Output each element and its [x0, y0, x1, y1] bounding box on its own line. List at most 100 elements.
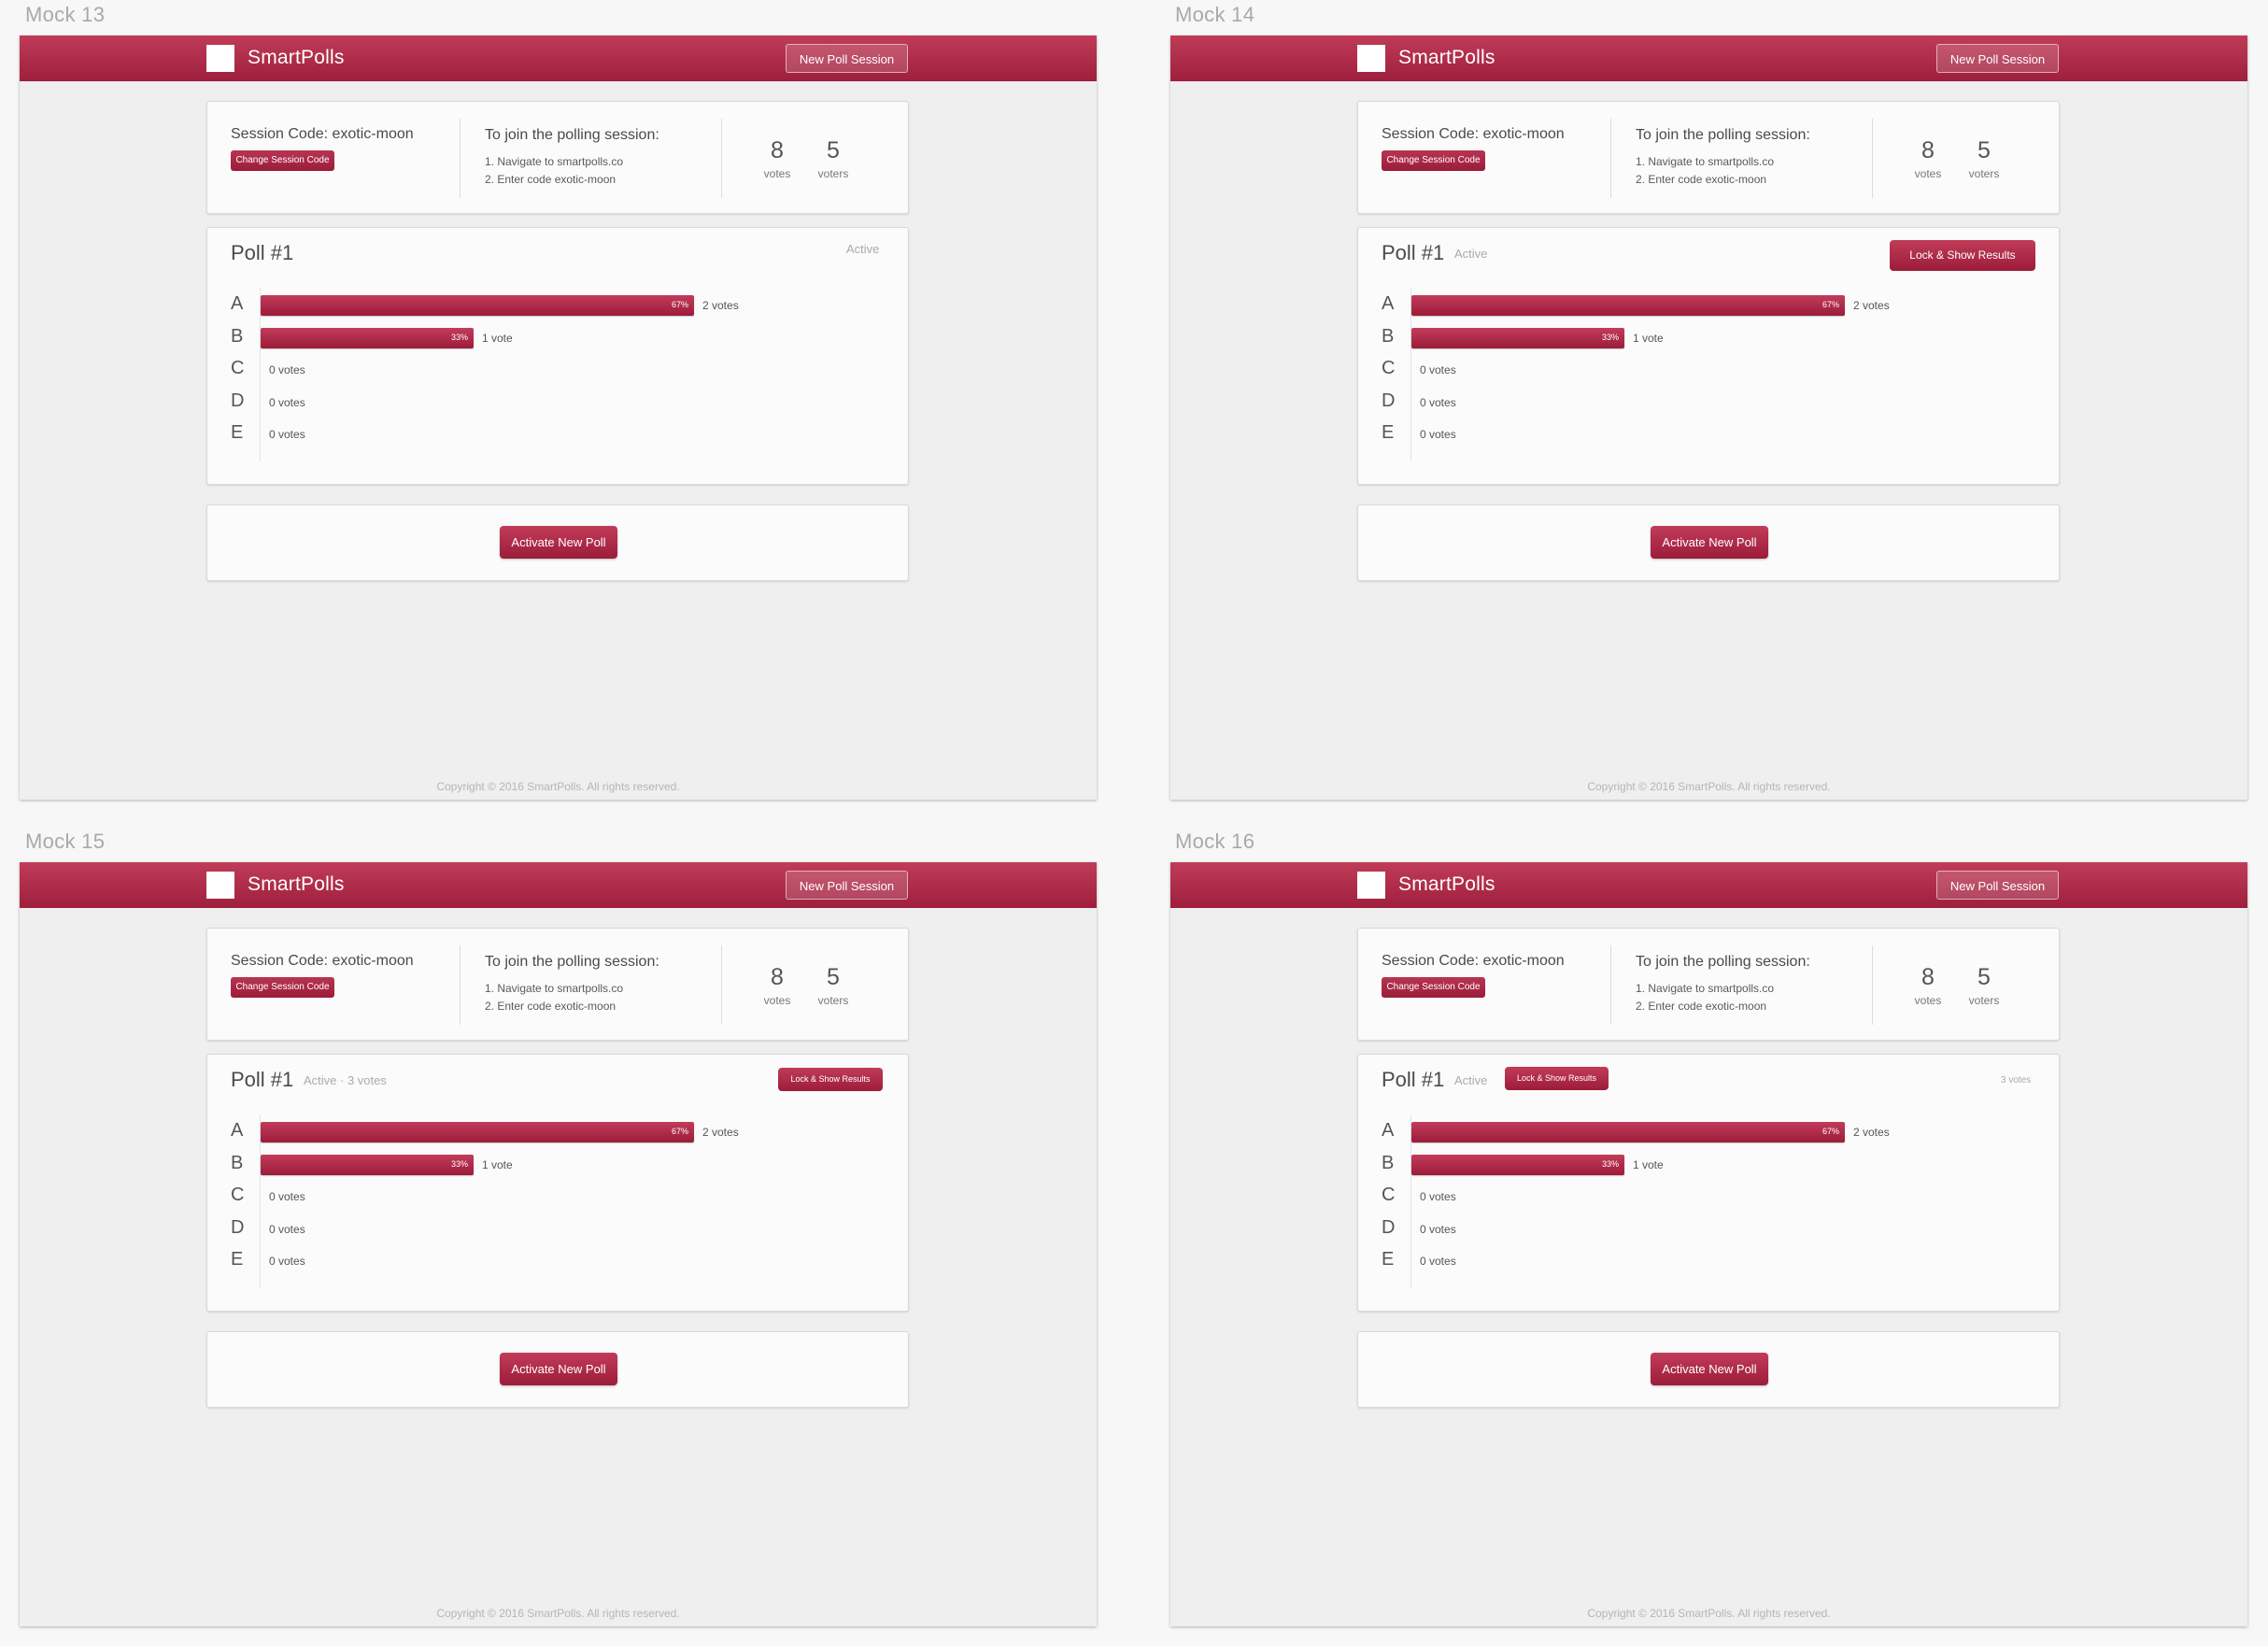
option-votes: 0 votes [269, 428, 305, 441]
option-percent: 33% [450, 1158, 468, 1169]
option-percent: 67% [1821, 300, 1839, 309]
session-info-card: Session Code: exotic-moon Change Session… [1357, 101, 2060, 214]
copyright-footer: Copyright © 2016 SmartPolls. All rights … [436, 780, 680, 793]
divider [1872, 119, 1873, 198]
join-step-1: 1. Navigate to smartpolls.co [1636, 982, 1775, 995]
option-votes: 0 votes [269, 1222, 305, 1236]
mock-13-label: Mock 13 [25, 3, 106, 26]
voters-label: voters [1968, 994, 2000, 1007]
activate-new-poll-button[interactable]: Activate New Poll [500, 526, 617, 559]
option-percent: 67% [1821, 1127, 1839, 1136]
change-session-code-button[interactable]: Change Session Code [1382, 977, 1485, 998]
option-votes: 1 vote [482, 1157, 513, 1171]
logo-icon [206, 45, 234, 72]
option-votes: 0 votes [269, 363, 305, 376]
option-bar: 67% [261, 295, 694, 316]
option-letter: A [231, 1120, 244, 1141]
new-poll-session-button[interactable]: New Poll Session [786, 871, 908, 900]
option-bar: 67% [1411, 295, 1845, 316]
votes-label: votes [763, 167, 791, 180]
option-letter: E [231, 1249, 244, 1270]
lock-show-results-button[interactable]: Lock & Show Results [778, 1068, 883, 1091]
votes-count: 8 [1921, 137, 1935, 163]
option-letter: D [231, 390, 245, 411]
session-info-card: Session Code: exotic-moon Change Session… [206, 101, 909, 214]
copyright-footer: Copyright © 2016 SmartPolls. All rights … [1587, 780, 1831, 793]
logo-icon [1357, 872, 1385, 899]
voters-label: voters [1968, 167, 2000, 180]
join-step-1: 1. Navigate to smartpolls.co [1636, 155, 1775, 168]
poll-status: Active [1454, 1073, 1488, 1087]
option-votes: 0 votes [269, 1190, 305, 1203]
option-votes: 0 votes [1420, 1255, 1456, 1268]
option-letter: D [1382, 1216, 1396, 1238]
join-step-2: 2. Enter code exotic-moon [485, 1000, 617, 1013]
divider [721, 945, 722, 1025]
option-bar: 67% [1411, 1122, 1845, 1142]
activate-new-poll-button[interactable]: Activate New Poll [1651, 1353, 1768, 1385]
lock-show-results-button[interactable]: Lock & Show Results [1505, 1067, 1609, 1090]
join-step-2: 2. Enter code exotic-moon [485, 173, 617, 186]
brand-name: SmartPolls [248, 873, 345, 895]
poll-card: Poll #1 Active Lock & Show Results 3 vot… [1357, 1054, 2060, 1312]
change-session-code-button[interactable]: Change Session Code [1382, 150, 1485, 171]
option-percent: 67% [671, 300, 688, 309]
lock-show-results-button[interactable]: Lock & Show Results [1890, 240, 2035, 271]
new-poll-session-button[interactable]: New Poll Session [1936, 871, 2059, 900]
poll-title: Poll #1 [231, 241, 294, 264]
option-votes: 0 votes [269, 395, 305, 409]
option-percent: 33% [1601, 1158, 1619, 1169]
option-votes: 0 votes [1420, 363, 1456, 376]
activate-new-poll-button[interactable]: Activate New Poll [500, 1353, 617, 1385]
brand-name: SmartPolls [248, 47, 345, 68]
votes-count: 8 [1921, 964, 1935, 990]
change-session-code-button[interactable]: Change Session Code [231, 150, 334, 171]
new-poll-session-button[interactable]: New Poll Session [786, 44, 908, 73]
poll-total-votes: 3 votes [2001, 1075, 2032, 1086]
option-votes: 2 votes [702, 299, 739, 312]
divider [1872, 945, 1873, 1025]
top-navbar: SmartPolls New Poll Session [1170, 862, 2247, 908]
option-letter: C [1382, 1185, 1396, 1205]
poll-status: Active · 3 votes [304, 1073, 387, 1087]
option-bar: 33% [1411, 1154, 1624, 1175]
join-instructions-title: To join the polling session: [485, 954, 659, 970]
change-session-code-button[interactable]: Change Session Code [231, 977, 334, 998]
top-navbar: SmartPolls New Poll Session [20, 862, 1097, 908]
activate-new-poll-button[interactable]: Activate New Poll [1651, 526, 1768, 559]
brand-name: SmartPolls [1398, 47, 1495, 68]
divider [1610, 945, 1611, 1025]
session-code: Session Code: exotic-moon [1382, 126, 1565, 142]
voters-count: 5 [1977, 964, 1991, 990]
mock-13-frame: SmartPolls New Poll Session Session Code… [20, 35, 1097, 800]
logo-icon [1357, 45, 1385, 72]
votes-label: votes [1914, 994, 1942, 1007]
mock-15-frame: SmartPolls New Poll Session Session Code… [20, 862, 1097, 1626]
option-letter: D [231, 1216, 245, 1238]
poll-card: Poll #1 Active Lock & Show Results A 67% 2… [1357, 227, 2060, 485]
option-votes: 1 vote [1633, 1157, 1664, 1171]
option-letter: E [1382, 1249, 1395, 1270]
divider [721, 119, 722, 198]
mock-14-label: Mock 14 [1175, 3, 1255, 26]
option-votes: 1 vote [482, 331, 513, 345]
option-votes: 0 votes [1420, 1222, 1456, 1236]
join-instructions-title: To join the polling session: [1636, 954, 1810, 970]
poll-status: Active [1454, 247, 1488, 261]
option-votes: 0 votes [1420, 1190, 1456, 1203]
votes-label: votes [1914, 167, 1942, 180]
option-percent: 33% [1601, 332, 1619, 342]
option-votes: 2 votes [702, 1126, 739, 1139]
option-letter: E [1382, 422, 1395, 443]
top-navbar: SmartPolls New Poll Session [20, 35, 1097, 81]
new-poll-session-button[interactable]: New Poll Session [1936, 44, 2059, 73]
copyright-footer: Copyright © 2016 SmartPolls. All rights … [436, 1607, 680, 1620]
poll-status: Active [846, 242, 880, 256]
join-step-1: 1. Navigate to smartpolls.co [485, 982, 624, 995]
option-votes: 2 votes [1853, 1126, 1890, 1139]
brand-name: SmartPolls [1398, 873, 1495, 895]
activate-card: Activate New Poll [206, 1331, 909, 1408]
voters-count: 5 [827, 964, 840, 990]
option-votes: 0 votes [269, 1255, 305, 1268]
option-votes: 2 votes [1853, 299, 1890, 312]
